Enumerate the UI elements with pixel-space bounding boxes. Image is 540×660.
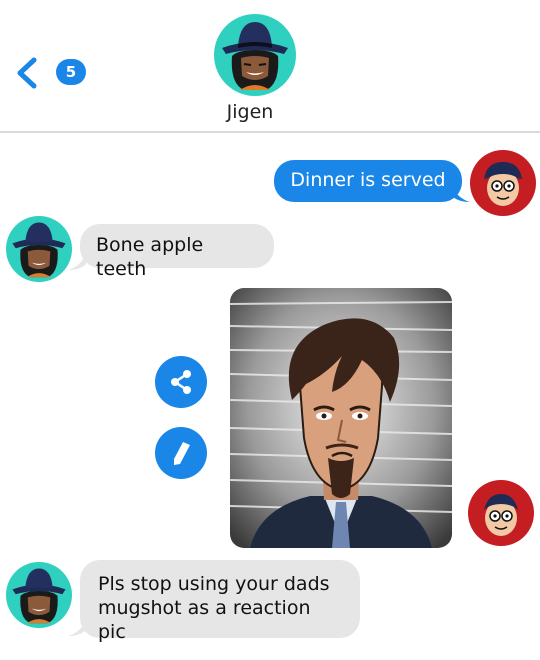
contact-message-avatar[interactable] (6, 562, 72, 632)
edit-button[interactable] (155, 427, 207, 479)
message-text: Bone apple teeth (96, 234, 204, 280)
user-avatar[interactable] (468, 480, 534, 550)
contact-avatar[interactable] (214, 14, 296, 96)
header-divider (0, 131, 540, 133)
chevron-left-icon (17, 57, 37, 89)
bubble-tail (452, 184, 470, 202)
incoming-message-bubble[interactable]: Bone apple teeth (80, 224, 274, 280)
outgoing-message-bubble[interactable]: Dinner is served (274, 160, 462, 202)
share-button[interactable] (155, 356, 207, 408)
unread-count-badge: 5 (56, 59, 86, 85)
message-text-line: Pls stop using your dads (98, 573, 330, 595)
message-text-line: mugshot as a reaction pic (98, 597, 311, 643)
incoming-message-bubble[interactable]: Pls stop using your dads mugshot as a re… (80, 560, 360, 643)
pencil-icon (174, 442, 190, 465)
contact-message-avatar[interactable] (6, 216, 72, 286)
share-icon (171, 370, 191, 394)
mugshot-photo[interactable] (230, 288, 452, 548)
contact-name: Jigen (226, 101, 274, 123)
message-text: Dinner is served (290, 169, 446, 191)
user-avatar[interactable] (470, 150, 536, 220)
back-button[interactable]: 5 (14, 56, 86, 90)
